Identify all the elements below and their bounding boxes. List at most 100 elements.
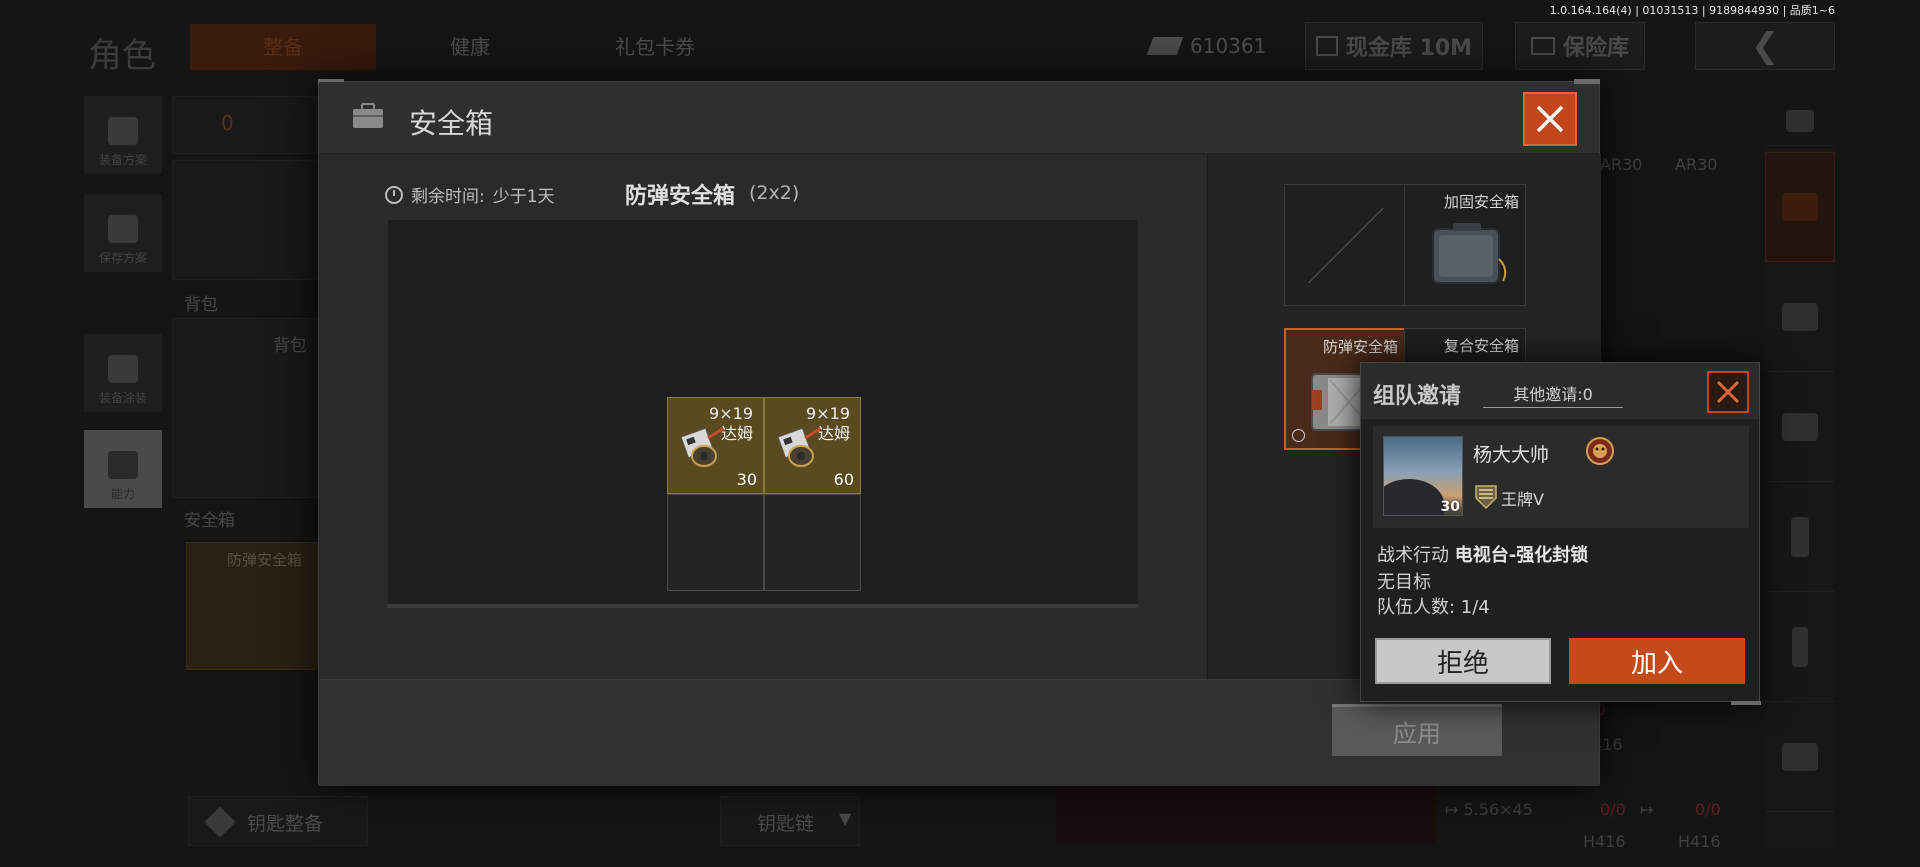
item-caliber: 9×19 达姆 <box>806 404 850 443</box>
equip-slot-attachment[interactable] <box>1765 702 1835 812</box>
case-slot-label: 复合安全箱 <box>1443 337 1519 355</box>
cash-vault-label: 现金库 10M <box>1345 36 1473 61</box>
chevron-down-icon: ▼ <box>839 809 852 828</box>
key-icon <box>204 806 236 838</box>
equip-slot-grip[interactable] <box>1765 592 1835 702</box>
weapon-name-2: H416 <box>1678 832 1721 851</box>
exit-icon-2: ↦ <box>1640 800 1654 819</box>
player-name: 杨大大帅 <box>1473 444 1550 466</box>
cash-vault-button[interactable]: 现金库 10M <box>1305 22 1483 70</box>
player-level: 30 <box>1440 499 1460 515</box>
item-quantity: 60 <box>833 470 854 489</box>
close-icon <box>1716 380 1740 404</box>
equip-slot-armor[interactable] <box>1765 152 1835 262</box>
weapon-ammo-label: ↦ 5.56×45 <box>1445 800 1533 819</box>
apply-button[interactable]: 应用 <box>1332 704 1502 756</box>
modal-header: 安全箱 <box>319 82 1599 154</box>
armor-icon <box>1782 193 1818 221</box>
tiger-badge-icon <box>1586 437 1614 465</box>
backpack-inner-label: 背包 <box>273 336 307 356</box>
case-size: (2x2) <box>749 182 800 204</box>
grip-icon <box>1792 626 1808 667</box>
tab-gift-vouchers[interactable]: 礼包卡券 <box>560 24 750 70</box>
save-plan-button[interactable]: 保存方案 <box>84 194 162 272</box>
equip-slot-magazine[interactable] <box>1765 482 1835 592</box>
case-slot-label: 防弹安全箱 <box>1322 338 1398 356</box>
mission-name: 电视台-强化封锁 <box>1454 545 1589 566</box>
remaining-time: 剩余时间: 少于1天 <box>385 182 555 207</box>
back-button[interactable]: ❮ <box>1695 22 1835 70</box>
ammo-label-1: AR30 <box>1600 155 1643 174</box>
case-slot-empty[interactable] <box>1284 184 1406 306</box>
count-label-2: 0/0 <box>1600 800 1626 819</box>
safebox-label: 安全箱 <box>184 511 235 531</box>
mission-info: 战术行动 电视台-强化封锁 <box>1377 545 1589 566</box>
helmet-icon <box>108 355 138 383</box>
ammo-label-2: AR30 <box>1675 155 1718 174</box>
avatar: 30 <box>1383 436 1463 516</box>
equip-slot-helmet[interactable] <box>1765 262 1835 372</box>
inventory-item[interactable]: 9×19 达姆 30 <box>667 397 764 494</box>
item-caliber: 9×19 达姆 <box>709 404 753 443</box>
clock-icon <box>385 185 403 204</box>
vault-label: 保险库 <box>1562 36 1629 61</box>
rank-icon <box>1475 485 1497 510</box>
loadout-plan-button[interactable]: 装备方案 <box>84 96 162 174</box>
helmet-count: 0 <box>221 111 234 135</box>
layers-button[interactable] <box>1765 96 1835 146</box>
helmet-slot[interactable]: 0 <box>172 96 318 154</box>
attachment-icon <box>1782 742 1818 771</box>
join-button[interactable]: 加入 <box>1569 638 1745 684</box>
reject-button[interactable]: 拒绝 <box>1375 638 1551 684</box>
timer-value: 少于1天 <box>492 187 555 207</box>
key-loadout-label: 钥匙整备 <box>247 813 324 835</box>
safebox-slot-label: 防弹安全箱 <box>227 551 303 569</box>
wallet-icon <box>1315 36 1338 56</box>
layers-icon <box>1786 109 1814 132</box>
page-title: 角色 <box>88 36 156 76</box>
mission-target: 无目标 <box>1377 572 1431 593</box>
close-button[interactable] <box>1523 92 1577 146</box>
backpack-slot[interactable]: 背包 <box>172 318 318 498</box>
item-quantity: 30 <box>736 470 757 489</box>
empty-grid-cell[interactable] <box>764 494 861 591</box>
vest-icon <box>108 117 138 145</box>
skin-button[interactable]: 装备涂装 <box>84 334 162 412</box>
monitor-icon <box>1530 37 1555 55</box>
tab-loadout[interactable]: 整备 <box>190 24 376 70</box>
vault-button[interactable]: 保险库 <box>1515 22 1645 70</box>
modal-title: 安全箱 <box>409 107 494 140</box>
keychain-dropdown[interactable]: 钥匙链 ▼ <box>720 796 860 846</box>
count-label-3: 0/0 <box>1695 800 1721 819</box>
empty-grid-cell[interactable] <box>667 494 764 591</box>
money-value: 610361 <box>1190 34 1267 58</box>
ability-button[interactable]: 能力 <box>84 430 162 508</box>
money-display: 610361 <box>1146 34 1267 58</box>
back-arrow-icon: ❮ <box>1750 26 1780 66</box>
tab-health[interactable]: 健康 <box>400 24 540 70</box>
backpack-label: 背包 <box>184 295 218 315</box>
safebox-grid: 9×19 达姆 30 9×19 达姆 60 <box>667 397 861 591</box>
equip-slot-rifle[interactable] <box>1765 372 1835 482</box>
exit-icon: ↦ <box>1445 800 1459 819</box>
other-invites[interactable]: 其他邀请:0 <box>1483 381 1623 408</box>
safebox-grid-area: 9×19 达姆 30 9×19 达姆 60 <box>387 219 1139 608</box>
lightning-icon <box>108 451 138 479</box>
briefcase-icon <box>353 103 383 128</box>
safebox-slot[interactable]: 防弹安全箱 <box>186 542 318 670</box>
invite-header: 组队邀请 其他邀请:0 <box>1361 363 1759 419</box>
rifle-icon <box>1782 412 1818 441</box>
helmet-icon <box>1782 302 1818 331</box>
case-name: 防弹安全箱 <box>625 184 736 209</box>
armor-slot[interactable] <box>172 160 318 280</box>
magazine-icon <box>1791 516 1809 557</box>
weapon-name-1: H416 <box>1583 832 1626 851</box>
case-slot-reinforced[interactable]: 加固安全箱 <box>1404 184 1526 306</box>
version-text: 1.0.164.164(4) | 01031513 | 9189844930 |… <box>1549 4 1835 17</box>
rank-text: 王牌V <box>1501 490 1544 509</box>
key-loadout-button[interactable]: 钥匙整备 <box>188 796 368 846</box>
close-icon <box>1536 105 1564 133</box>
invite-close-button[interactable] <box>1707 371 1749 413</box>
team-size: 队伍人数: 1/4 <box>1377 597 1490 618</box>
inventory-item[interactable]: 9×19 达姆 60 <box>764 397 861 494</box>
